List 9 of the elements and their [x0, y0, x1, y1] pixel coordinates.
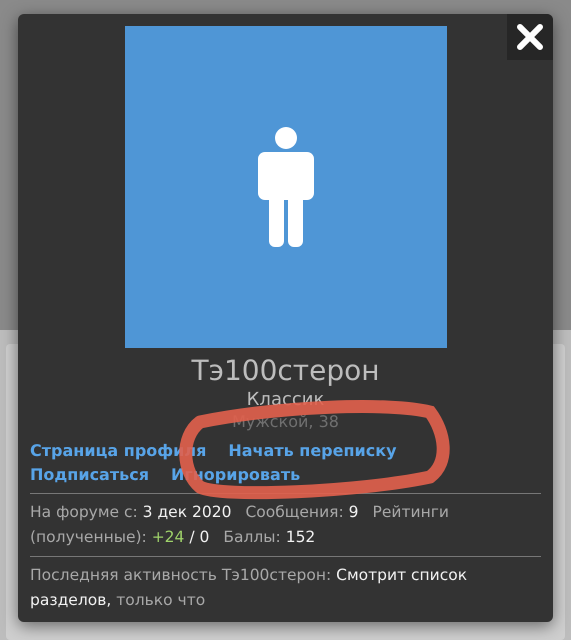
- username: Тэ100стерон: [191, 354, 380, 387]
- close-icon: [516, 23, 544, 51]
- last-activity: Последняя активность Тэ100стерон: Смотрит список разделов, только что: [30, 565, 468, 611]
- profile-link[interactable]: Подписаться: [30, 463, 149, 487]
- profile-link[interactable]: Начать переписку: [228, 439, 397, 463]
- member-stats: На форуме с: 3 дек 2020 Сообщения: 9 Рейтинги (полученные): +24 / 0 Баллы: 152: [30, 494, 541, 557]
- person-icon: [258, 127, 314, 247]
- user-details: Мужской, 38: [232, 412, 339, 431]
- close-button[interactable]: [507, 14, 553, 60]
